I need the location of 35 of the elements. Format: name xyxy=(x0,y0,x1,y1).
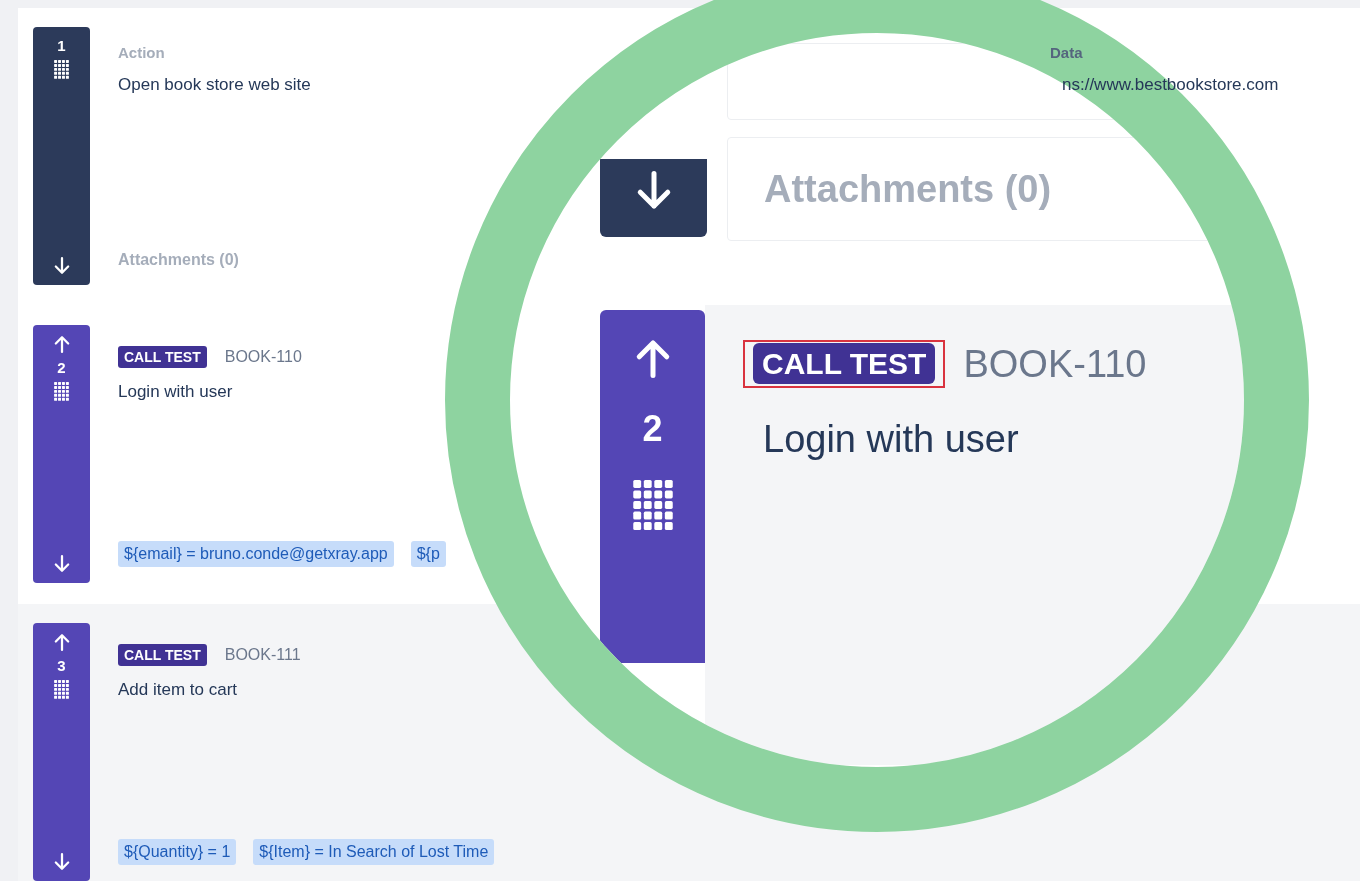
column-label: Data xyxy=(1050,44,1083,61)
step-number: 1 xyxy=(57,37,66,54)
test-key-link[interactable]: BOOK-111 xyxy=(224,646,301,664)
step-handle-bar[interactable]: 2 xyxy=(33,325,90,583)
test-key-link[interactable]: BOOK-110 xyxy=(963,342,1147,386)
data-value-text: ns://www.bestbookstore.com xyxy=(1062,75,1279,95)
up-arrow-icon[interactable] xyxy=(52,335,71,353)
step-action-text: Login with user xyxy=(763,418,1020,461)
parameter-chip: ${Item} = In Search of Lost Time xyxy=(253,839,495,865)
down-arrow-icon[interactable] xyxy=(52,853,71,871)
up-arrow-icon[interactable] xyxy=(52,633,71,651)
step-handle-bar[interactable] xyxy=(600,159,707,237)
step-action-text: Open book store web site xyxy=(118,75,311,95)
drag-handle-icon[interactable] xyxy=(54,680,69,699)
test-key-link[interactable]: BOOK-110 xyxy=(224,348,302,366)
step-handle-bar[interactable]: 2 xyxy=(600,310,705,663)
down-arrow-icon[interactable] xyxy=(52,555,71,573)
column-label: Action xyxy=(118,44,165,61)
parameter-chip: ${email} = bruno.conde@getxray.app xyxy=(118,541,394,567)
call-test-badge: CALL TEST xyxy=(753,343,936,384)
parameter-chip: ${Quantity} = 1 xyxy=(118,839,237,865)
step-number: 2 xyxy=(642,408,663,450)
drag-handle-icon[interactable] xyxy=(54,60,69,79)
drag-handle-icon[interactable] xyxy=(54,382,69,401)
step-action-text: Login with user xyxy=(118,382,233,402)
parameter-chip: ${p xyxy=(410,541,446,567)
step-number: 3 xyxy=(57,657,66,674)
call-test-badge: CALL TEST xyxy=(118,644,207,666)
step-number: 2 xyxy=(57,359,66,376)
step-action-text: Add item to cart xyxy=(118,680,238,700)
call-test-badge: CALL TEST xyxy=(118,346,207,368)
step-handle-bar[interactable]: 3 xyxy=(33,623,90,881)
step-handle-bar[interactable]: 1 xyxy=(33,27,90,285)
down-arrow-icon[interactable] xyxy=(52,257,71,275)
drag-handle-icon[interactable] xyxy=(632,480,673,530)
